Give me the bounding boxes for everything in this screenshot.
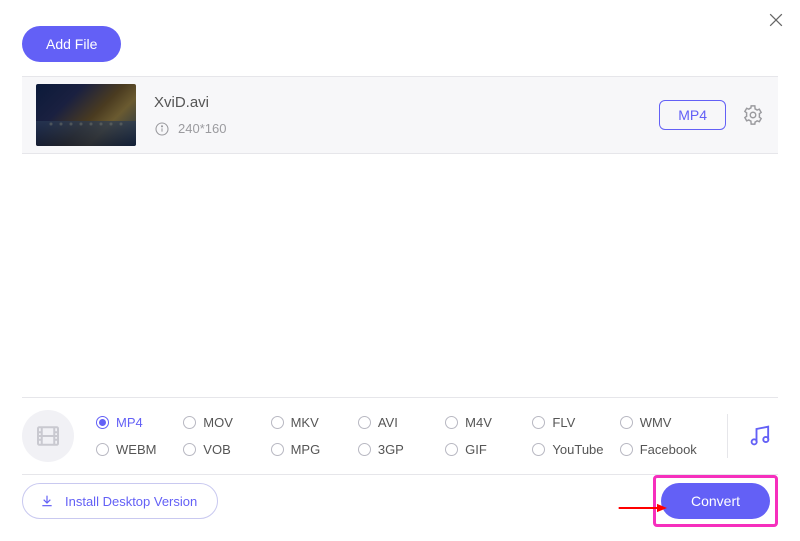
convert-highlight: Convert xyxy=(653,475,778,527)
format-label: AVI xyxy=(378,415,398,430)
format-label: M4V xyxy=(465,415,492,430)
install-label: Install Desktop Version xyxy=(65,494,197,509)
radio-circle-icon xyxy=(620,416,633,429)
radio-circle-icon xyxy=(96,416,109,429)
format-label: YouTube xyxy=(552,442,603,457)
footer: Install Desktop Version Convert xyxy=(22,475,778,527)
gear-icon[interactable] xyxy=(742,104,764,126)
format-label: MOV xyxy=(203,415,233,430)
format-label: FLV xyxy=(552,415,575,430)
format-radio-flv[interactable]: FLV xyxy=(532,415,615,430)
format-label: MKV xyxy=(291,415,319,430)
radio-circle-icon xyxy=(271,416,284,429)
radio-circle-icon xyxy=(358,416,371,429)
video-thumbnail[interactable] xyxy=(36,84,136,146)
radio-circle-icon xyxy=(532,416,545,429)
format-radio-m4v[interactable]: M4V xyxy=(445,415,528,430)
file-meta: XviD.avi 240*160 xyxy=(154,94,659,137)
radio-circle-icon xyxy=(183,443,196,456)
format-radio-webm[interactable]: WEBM xyxy=(96,442,179,457)
info-icon[interactable] xyxy=(154,121,170,137)
format-radio-mp4[interactable]: MP4 xyxy=(96,415,179,430)
format-radio-facebook[interactable]: Facebook xyxy=(620,442,703,457)
format-label: VOB xyxy=(203,442,230,457)
format-radio-youtube[interactable]: YouTube xyxy=(532,442,615,457)
format-label: MPG xyxy=(291,442,321,457)
radio-circle-icon xyxy=(445,443,458,456)
format-label: 3GP xyxy=(378,442,404,457)
radio-circle-icon xyxy=(271,443,284,456)
add-file-button[interactable]: Add File xyxy=(22,26,121,62)
format-panel: MP4 MOV MKV AVI M4V FLV WMV WEBM VOB MPG 3GP GIF You… xyxy=(22,397,778,475)
format-radio-mov[interactable]: MOV xyxy=(183,415,266,430)
download-icon xyxy=(39,493,55,509)
format-label: WEBM xyxy=(116,442,156,457)
audio-category-icon[interactable] xyxy=(742,418,778,454)
format-radio-wmv[interactable]: WMV xyxy=(620,415,703,430)
radio-circle-icon xyxy=(445,416,458,429)
convert-button[interactable]: Convert xyxy=(661,483,770,519)
video-category-icon[interactable] xyxy=(22,410,74,462)
format-label: WMV xyxy=(640,415,672,430)
radio-circle-icon xyxy=(532,443,545,456)
radio-circle-icon xyxy=(358,443,371,456)
format-radio-vob[interactable]: VOB xyxy=(183,442,266,457)
format-radio-gif[interactable]: GIF xyxy=(445,442,528,457)
format-label: GIF xyxy=(465,442,487,457)
file-row: XviD.avi 240*160 MP4 xyxy=(22,76,778,154)
format-radio-mkv[interactable]: MKV xyxy=(271,415,354,430)
file-name: XviD.avi xyxy=(154,94,659,111)
format-radio-avi[interactable]: AVI xyxy=(358,415,441,430)
radio-circle-icon xyxy=(183,416,196,429)
format-radio-mpg[interactable]: MPG xyxy=(271,442,354,457)
radio-circle-icon xyxy=(96,443,109,456)
output-format-button[interactable]: MP4 xyxy=(659,100,726,130)
panel-divider xyxy=(727,414,728,458)
file-resolution: 240*160 xyxy=(178,121,226,136)
close-icon[interactable] xyxy=(766,10,786,30)
radio-circle-icon xyxy=(620,443,633,456)
format-label: Facebook xyxy=(640,442,697,457)
format-radio-3gp[interactable]: 3GP xyxy=(358,442,441,457)
install-desktop-button[interactable]: Install Desktop Version xyxy=(22,483,218,519)
format-label: MP4 xyxy=(116,415,143,430)
